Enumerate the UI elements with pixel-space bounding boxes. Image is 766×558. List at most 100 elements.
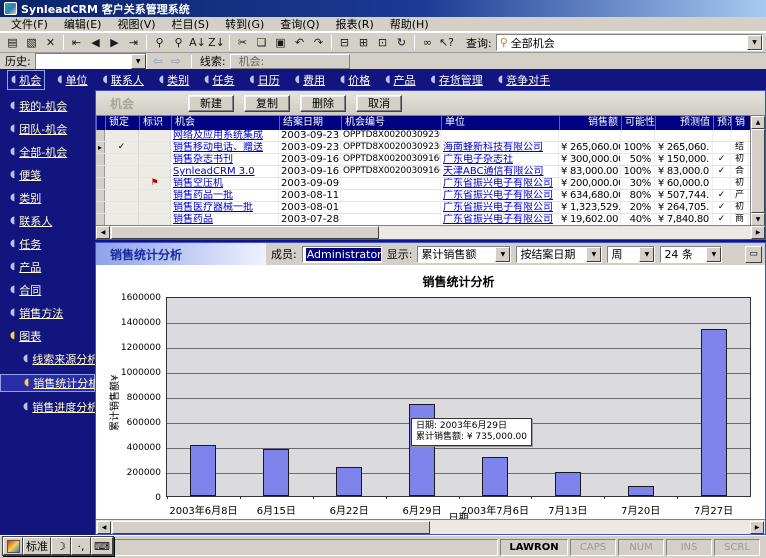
sort-ascending-button[interactable]: A↓ <box>188 34 207 52</box>
sidebar-item-lead-source-analysis[interactable]: ◖线索来源分析 <box>0 351 95 367</box>
column-header[interactable]: 预测值 <box>655 116 713 130</box>
sidebar-item-my-opportunity[interactable]: ◖我的-机会 <box>0 98 95 114</box>
tab-expense[interactable]: ◖费用 <box>292 71 328 89</box>
chart-bar[interactable] <box>555 472 581 496</box>
new-record-button[interactable]: ▤ <box>3 34 22 52</box>
tab-task[interactable]: ◖任务 <box>201 71 237 89</box>
column-header[interactable]: 销 <box>731 116 749 130</box>
copy-button[interactable]: ❏ <box>252 34 271 52</box>
unit-link[interactable]: 广东省振兴电子有限公司 <box>443 214 553 225</box>
sidebar-item-category[interactable]: ◖类别 <box>0 190 95 206</box>
menu-item-help[interactable]: 帮助(H) <box>382 16 437 32</box>
query-dropdown-button[interactable] <box>747 35 762 50</box>
opportunity-link[interactable]: 销售药品一批 <box>173 190 233 201</box>
edit-record-button[interactable]: ▧ <box>22 34 41 52</box>
maximize-chart-button[interactable] <box>745 246 762 263</box>
sidebar-item-products[interactable]: ◖产品 <box>0 259 95 275</box>
chart-bar[interactable] <box>190 445 216 496</box>
new-button[interactable]: 新建 <box>188 95 234 112</box>
column-header[interactable]: 单位 <box>441 116 559 130</box>
count-combobox[interactable]: 24 条 <box>660 246 722 263</box>
sidebar-item-all-opportunity[interactable]: ◖全部-机会 <box>0 144 95 160</box>
binoculars-button[interactable]: ∞ <box>418 34 437 52</box>
chart-horizontal-scrollbar[interactable]: ◀ ▶ <box>96 519 765 534</box>
ime-toolbar[interactable]: 标准 ☽ ·, ⌨ <box>2 536 114 556</box>
scroll-thumb[interactable] <box>751 129 765 213</box>
sidebar-item-contracts[interactable]: ◖合同 <box>0 282 95 298</box>
menu-item-goto[interactable]: 转到(G) <box>217 16 272 32</box>
history-dropdown-button[interactable] <box>131 54 146 69</box>
tab-product[interactable]: ◖产品 <box>382 71 418 89</box>
cancel-button[interactable]: 取消 <box>356 95 402 112</box>
print-preview-button[interactable]: ⊡ <box>373 34 392 52</box>
column-header[interactable]: 锁定 <box>105 116 139 130</box>
redo-button[interactable]: ↷ <box>309 34 328 52</box>
tab-unit[interactable]: ◖单位 <box>54 71 90 89</box>
table-horizontal-scrollbar[interactable]: ◀ ▶ <box>96 225 765 239</box>
tab-category[interactable]: ◖类别 <box>156 71 192 89</box>
count-dropdown-button[interactable] <box>706 247 721 262</box>
scroll-right-icon[interactable]: ▶ <box>751 226 765 239</box>
unit-link[interactable]: 广东电子杂志社 <box>443 154 513 165</box>
group-by-combobox[interactable]: 按结案日期 <box>516 246 602 263</box>
ime-keyboard-icon[interactable]: ⌨ <box>91 537 113 555</box>
sidebar-item-team-opportunity[interactable]: ◖团队-机会 <box>0 121 95 137</box>
menu-item-view[interactable]: 视图(V) <box>109 16 163 32</box>
sidebar-item-tasks[interactable]: ◖任务 <box>0 236 95 252</box>
menu-item-query[interactable]: 查询(Q) <box>272 16 327 32</box>
query-combobox[interactable]: ⚲ 全部机会 <box>496 34 763 51</box>
sort-descending-button[interactable]: Z↓ <box>207 34 226 52</box>
chart-bar[interactable] <box>628 486 654 496</box>
menu-item-edit[interactable]: 编辑(E) <box>56 16 110 32</box>
chart-bar[interactable] <box>482 457 508 496</box>
delete-button[interactable]: 删除 <box>300 95 346 112</box>
paste-button[interactable]: ▣ <box>271 34 290 52</box>
unit-link[interactable]: 海南蜂新科技有限公司 <box>443 142 543 153</box>
table-vertical-scrollbar[interactable]: ▲ ▼ <box>750 116 765 226</box>
tab-contact[interactable]: ◖联系人 <box>100 71 147 89</box>
column-header[interactable]: 可能性 <box>621 116 655 130</box>
menu-item-file[interactable]: 文件(F) <box>3 16 56 32</box>
sidebar-item-charts[interactable]: ◖图表 <box>0 328 95 344</box>
forward-arrow-icon[interactable]: ⇨ <box>169 54 183 68</box>
table-row[interactable]: SynleadCRM 3.02003-09-16OPPTD8X002003091… <box>96 166 750 178</box>
delete-record-button[interactable]: ✕ <box>41 34 60 52</box>
ime-fullhalf-moon-icon[interactable]: ☽ <box>51 537 71 555</box>
scroll-up-icon[interactable]: ▲ <box>751 116 765 129</box>
ime-language-button[interactable] <box>3 537 23 555</box>
tab-competitor[interactable]: ◖竞争对手 <box>495 71 553 89</box>
scroll-left-icon[interactable]: ◀ <box>96 226 110 239</box>
filter-button[interactable]: ⚲ <box>150 34 169 52</box>
unit-link[interactable]: 广东省振兴电子有限公司 <box>443 190 553 201</box>
table-row[interactable]: 网络及应用系统集成2003-09-23OPPTD8X0020030923001 <box>96 130 750 142</box>
scroll-thumb[interactable] <box>111 226 379 239</box>
menu-item-columns[interactable]: 栏目(S) <box>164 16 218 32</box>
cut-button[interactable]: ✂ <box>233 34 252 52</box>
find-record-button[interactable]: ⚲ <box>169 34 188 52</box>
column-header[interactable]: 销售额 <box>559 116 621 130</box>
ime-punctuation-icon[interactable]: ·, <box>71 537 91 555</box>
column-header[interactable]: 预测 <box>713 116 731 130</box>
scroll-right-icon[interactable]: ▶ <box>750 521 764 534</box>
sidebar-item-sales-statistics-analysis[interactable]: ◖销售统计分析 <box>0 374 95 392</box>
next-record-button[interactable]: ▶ <box>105 34 124 52</box>
table-row[interactable]: 销售医疗器械一批2003-08-01广东省振兴电子有限公司¥ 1,323,529… <box>96 202 750 214</box>
refresh-button[interactable]: ↻ <box>392 34 411 52</box>
column-header[interactable]: 机会 <box>171 116 279 130</box>
undo-button[interactable]: ↶ <box>290 34 309 52</box>
period-dropdown-button[interactable] <box>639 247 654 262</box>
opportunity-link[interactable]: 网络及应用系统集成 <box>173 130 263 141</box>
column-header[interactable]: 机会编号 <box>341 116 441 130</box>
unit-link[interactable]: 广东省振兴电子有限公司 <box>443 202 553 213</box>
opportunity-link[interactable]: 销售移动电话、赠送 <box>173 142 263 153</box>
tab-inventory[interactable]: ◖存货管理 <box>428 71 486 89</box>
menu-item-report[interactable]: 报表(R) <box>328 16 382 32</box>
table-row[interactable]: 销售药品一批2003-08-11广东省振兴电子有限公司¥ 634,680.008… <box>96 190 750 202</box>
column-header[interactable]: 结案日期 <box>279 116 341 130</box>
table-row[interactable]: 销售杂志书刊2003-09-16OPPTD8X0020030916001广东电子… <box>96 154 750 166</box>
member-combobox[interactable]: Administrator <box>302 246 382 263</box>
opportunity-link[interactable]: 销售杂志书刊 <box>173 154 233 165</box>
help-pointer-button[interactable]: ↖? <box>437 34 456 52</box>
tab-opportunity[interactable]: ◖机会 <box>7 70 45 90</box>
sidebar-item-contacts[interactable]: ◖联系人 <box>0 213 95 229</box>
